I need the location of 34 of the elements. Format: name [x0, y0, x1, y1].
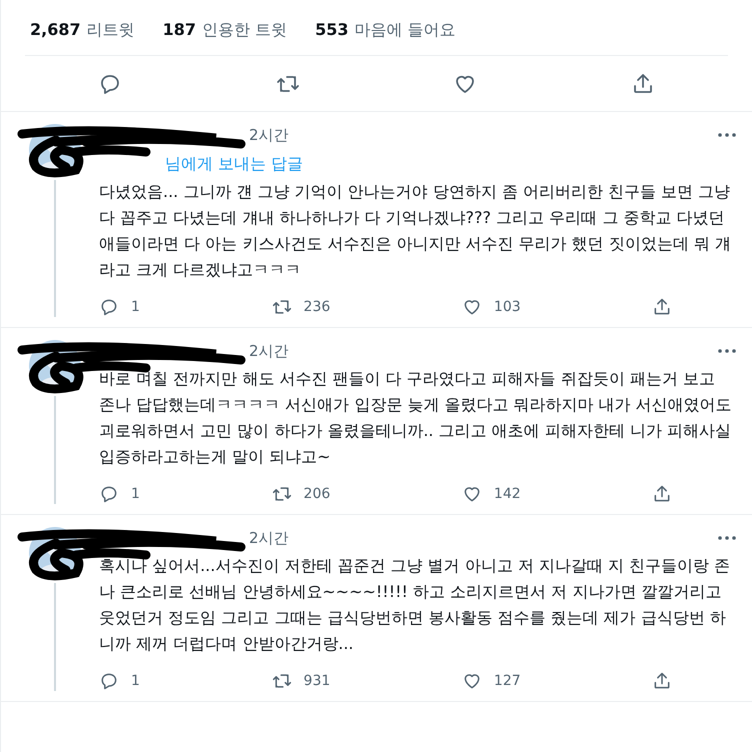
stat-label[interactable]: 마음에 들어요: [354, 20, 456, 41]
share-icon[interactable]: [652, 671, 672, 691]
heart-icon[interactable]: [462, 671, 482, 691]
heart-icon[interactable]: [462, 297, 482, 317]
share-icon[interactable]: [652, 297, 672, 317]
tweet-time[interactable]: 2시간: [249, 342, 289, 360]
retweet-count: 236: [304, 299, 330, 315]
stat-label[interactable]: 인용한 트윗: [202, 20, 288, 41]
reply-icon[interactable]: [99, 484, 119, 504]
like-count: 142: [494, 486, 521, 502]
retweet-count: 206: [304, 486, 330, 502]
like-count: 103: [494, 299, 521, 315]
reply-count: 1: [131, 673, 140, 689]
tweet-text: 혹시나 싶어서...서수진이 저한테 꼽준건 그냥 별거 아니고 저 지나갈때 지 친구들이랑 존나 큰소리로 선배님 안녕하세요~~~~!!!!! 하고 소리지르면서 저 지나가면 깔깔거리고 웃었던거 정도임 그리고 그때는 급식당번하면 봉사활동 점수를 줬는데 제가 급식당번 하니까 제꺼 더럽다며 안받아간거랑...: [99, 555, 732, 655]
reply-count: 1: [131, 486, 140, 502]
more-icon[interactable]: [718, 349, 736, 353]
stat-count: 187: [162, 20, 196, 41]
reply-icon[interactable]: [99, 297, 119, 317]
stat-count: 2,687: [30, 20, 81, 41]
tweet-time[interactable]: 2시간: [249, 528, 289, 548]
reply-icon[interactable]: [99, 671, 119, 691]
tweet-text: 바로 며칠 전까지만 해도 서수진 팬들이 다 구라였다고 피해자들 쥐잡듯이 패는거 보고 존나 답답했는데ㅋㅋㅋㅋ 서신애가 입장문 늦게 올렸다고 뭐라하지마 내가 서신애였어도 괴로워하면서 고민 많이 하다가 올렸을테니까.. 그리고 애초에 피해자한테 니가 피해사실 입증하라고하는게 말이 되냐고~: [99, 368, 733, 468]
share-icon[interactable]: [652, 484, 672, 504]
reply-count: 1: [131, 299, 140, 315]
stat-count: 553: [315, 20, 349, 41]
retweet-count: 931: [304, 673, 330, 689]
stat-label[interactable]: 리트윗: [86, 20, 135, 41]
tweet-time[interactable]: 2시간: [249, 126, 289, 144]
more-icon[interactable]: [718, 133, 736, 137]
heart-icon[interactable]: [462, 484, 482, 504]
tweet-text: 다녔었음... 그니까 걘 그냥 기억이 안나는거야 당연하지 좀 어리버리한 친구들 보면 그냥 다 꼽주고 다녔는데 걔내 하나하나가 다 기억나겠냐??? 그리고 우리때 그 중학교 다녔던 애들이라면 다 아는 키스사건도 서수진은 아니지만 서수진 무리가 했던 짓이었는데 뭐 걔라고 크게 다르겠냐고ㅋㅋㅋ: [99, 181, 732, 281]
reply-to-text: 님에게 보내는 답글: [165, 154, 304, 173]
more-icon[interactable]: [718, 536, 736, 540]
like-count: 127: [494, 673, 521, 689]
